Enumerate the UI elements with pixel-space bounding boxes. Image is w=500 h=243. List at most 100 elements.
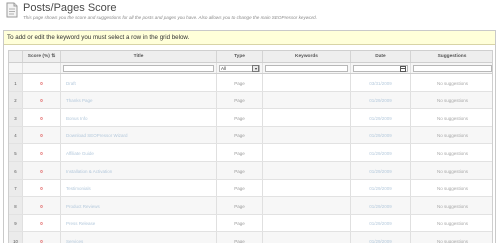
- column-header-rownum: [9, 51, 23, 62]
- type-cell: Page: [217, 197, 263, 214]
- score-cell: 0: [23, 214, 61, 232]
- calendar-icon[interactable]: [400, 65, 406, 72]
- filter-cell-type: All: [217, 63, 263, 73]
- type-cell: Page: [217, 232, 263, 243]
- table-row[interactable]: 8 0 Product Reviews Page 01/29/2009 No sugges…: [9, 197, 492, 215]
- row-number: 7: [9, 179, 23, 197]
- page-title: Posts/Pages Score: [23, 2, 117, 14]
- row-number: 10: [9, 232, 23, 243]
- title-cell[interactable]: Affiliate Guide: [61, 144, 217, 161]
- title-cell[interactable]: Draft: [61, 74, 217, 91]
- column-header-suggestions[interactable]: Suggestions: [411, 51, 492, 62]
- score-cell: 0: [23, 109, 61, 126]
- keywords-cell: [263, 91, 351, 109]
- column-header-score[interactable]: Score (%) ⇅: [23, 51, 61, 62]
- title-cell[interactable]: Services: [61, 232, 217, 243]
- suggestions-cell: No suggestions: [436, 150, 469, 156]
- date-cell: 01/29/2009: [351, 197, 411, 214]
- title-cell[interactable]: Installation & Activation: [61, 162, 217, 179]
- row-number: 6: [9, 162, 23, 179]
- table-row[interactable]: 2 0 Thanks Page Page 01/29/2009 No suggestion…: [9, 91, 492, 110]
- suggestions-cell: No suggestions: [436, 203, 469, 209]
- column-header-date[interactable]: Date: [351, 51, 411, 62]
- keywords-cell: [263, 179, 351, 197]
- keywords-cell: [263, 232, 351, 243]
- row-number: 1: [9, 74, 23, 91]
- column-header-keywords[interactable]: Keywords: [263, 51, 351, 62]
- type-cell: Page: [217, 179, 263, 197]
- keywords-cell: [263, 74, 351, 91]
- type-cell: Page: [217, 162, 263, 179]
- score-cell: 0: [23, 126, 61, 144]
- date-cell: 01/29/2009: [351, 91, 411, 109]
- date-cell: 01/29/2009: [351, 232, 411, 243]
- table-row[interactable]: 5 0 Affiliate Guide Page 01/29/2009 No sugges…: [9, 144, 492, 162]
- type-filter-value: All: [221, 65, 227, 71]
- page-icon: [6, 2, 18, 18]
- title-cell[interactable]: Press Release: [61, 214, 217, 232]
- keywords-cell: [263, 144, 351, 161]
- column-header-title[interactable]: Title: [61, 51, 217, 62]
- score-cell: 0: [23, 179, 61, 197]
- keywords-cell: [263, 109, 351, 126]
- filter-cell-rownum: [9, 63, 23, 73]
- type-cell: Page: [217, 126, 263, 144]
- filter-row: All: [9, 63, 492, 74]
- table-row[interactable]: 4 0 Download SEOPressor Wizard Page 01/29/20…: [9, 126, 492, 145]
- suggestions-cell: No suggestions: [436, 186, 469, 192]
- table-row[interactable]: 1 0 Draft Page 03/31/2009 No suggestions: [9, 74, 492, 92]
- row-number: 3: [9, 109, 23, 126]
- row-number: 2: [9, 91, 23, 109]
- column-header-type[interactable]: Type: [217, 51, 263, 62]
- date-cell: 03/31/2009: [351, 74, 411, 91]
- type-cell: Page: [217, 144, 263, 161]
- grid-header: Score (%) ⇅ Title Type Keywords Date Sug…: [9, 51, 492, 63]
- date-cell: 01/29/2009: [351, 214, 411, 232]
- suggestions-cell: No suggestions: [436, 133, 469, 139]
- suggestions-cell: No suggestions: [436, 238, 469, 243]
- keywords-cell: [263, 126, 351, 144]
- title-cell[interactable]: Download SEOPressor Wizard: [61, 126, 217, 144]
- type-filter-select[interactable]: All: [219, 64, 260, 72]
- score-cell: 0: [23, 197, 61, 214]
- chevron-down-icon[interactable]: [252, 64, 259, 72]
- table-row[interactable]: 3 0 Bonus Info Page 01/29/2009 No suggestions: [9, 109, 492, 127]
- table-row[interactable]: 7 0 Testimonials Page 01/29/2009 No suggestio…: [9, 179, 492, 198]
- date-cell: 01/29/2009: [351, 126, 411, 144]
- page-header: Posts/Pages Score This page shows you th…: [0, 0, 500, 30]
- filter-cell-date: [351, 63, 411, 73]
- title-cell[interactable]: Thanks Page: [61, 91, 217, 109]
- table-row[interactable]: 6 0 Installation & Activation Page 01/29/200…: [9, 162, 492, 180]
- title-filter-input[interactable]: [63, 64, 214, 72]
- posts-grid: Score (%) ⇅ Title Type Keywords Date Sug…: [8, 50, 493, 243]
- score-cell: 0: [23, 144, 61, 161]
- type-cell: Page: [217, 109, 263, 126]
- keywords-cell: [263, 197, 351, 214]
- type-cell: Page: [217, 214, 263, 232]
- date-cell: 01/29/2009: [351, 144, 411, 161]
- instruction-text: To add or edit the keyword you must sele…: [7, 34, 190, 41]
- row-number: 9: [9, 214, 23, 232]
- date-cell: 01/29/2009: [351, 109, 411, 126]
- row-number: 5: [9, 144, 23, 161]
- suggestions-cell: No suggestions: [436, 221, 469, 227]
- grid-panel: To add or edit the keyword you must sele…: [3, 30, 496, 243]
- type-cell: Page: [217, 91, 263, 109]
- page-description: This page shows you the score and sugges…: [23, 15, 317, 20]
- keywords-filter-input[interactable]: [265, 64, 348, 72]
- title-cell[interactable]: Product Reviews: [61, 197, 217, 214]
- date-filter-input[interactable]: [353, 64, 408, 72]
- keywords-cell: [263, 162, 351, 179]
- score-cell: 0: [23, 232, 61, 243]
- filter-cell-keywords: [263, 63, 351, 73]
- title-cell[interactable]: Bonus Info: [61, 109, 217, 126]
- row-number: 8: [9, 197, 23, 214]
- table-row[interactable]: 9 0 Press Release Page 01/29/2009 No suggesti…: [9, 214, 492, 233]
- table-row[interactable]: 10 0 Services Page 01/29/2009 No suggestions: [9, 232, 492, 243]
- filter-cell-suggestions: [411, 63, 492, 73]
- keywords-cell: [263, 214, 351, 232]
- suggestions-filter-input[interactable]: [413, 64, 492, 72]
- suggestions-cell: No suggestions: [436, 98, 469, 104]
- title-cell[interactable]: Testimonials: [61, 179, 217, 197]
- type-cell: Page: [217, 74, 263, 91]
